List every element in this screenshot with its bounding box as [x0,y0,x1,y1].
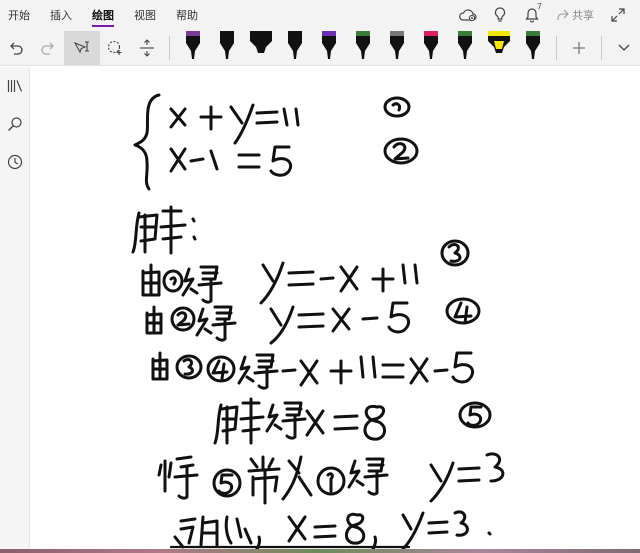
lightbulb-icon[interactable] [484,0,516,30]
toolbar-divider [169,35,171,60]
highlighter-icon [488,30,511,53]
shape-select-button[interactable] [100,31,132,65]
plus-icon [573,41,586,54]
fullscreen-icon[interactable] [602,0,634,30]
pen-6-button[interactable] [346,30,380,65]
tab-help[interactable]: 帮助 [166,0,208,30]
pen-icon [356,30,371,59]
pen-icon [220,30,235,59]
pen-2-button[interactable] [210,30,244,65]
undo-button[interactable] [0,31,32,65]
pen-8-button[interactable] [414,30,448,65]
ink-line-3 [141,239,470,305]
share-icon [557,9,569,20]
search-icon [8,117,22,131]
pen-palette [176,30,550,65]
chevron-down-icon [618,44,630,51]
pen-icon [458,30,473,59]
ink-brace [133,93,161,191]
undo-icon [10,42,23,55]
notebooks-icon [7,80,23,92]
draw-toolbar [0,30,640,66]
ink-line-6 [213,397,492,445]
tab-view[interactable]: 视图 [124,0,166,30]
ink-line-4 [145,297,481,345]
share-button[interactable]: 共享 [548,0,602,30]
shape-select-icon [108,40,122,55]
tab-home[interactable]: 开始 [0,0,40,30]
ink-line-7 [157,452,505,505]
ink-line-5 [151,351,474,390]
notebooks-button[interactable] [0,67,30,105]
background-strip [0,549,640,553]
notification-count: 7 [536,2,542,11]
ink-equation-2 [169,137,419,177]
tab-draw[interactable]: 绘图 [82,0,124,30]
pen-icon [288,30,303,59]
ink-solution-label [131,205,197,255]
pen-icon [322,30,337,59]
insert-space-icon [140,38,155,57]
note-canvas[interactable] [31,67,640,553]
toolbar-more-button[interactable] [608,31,640,65]
pen-10-button[interactable] [482,30,516,65]
share-label: 共享 [572,9,594,22]
toolbar-divider [556,35,558,60]
add-pen-button[interactable] [563,31,595,65]
pen-5-button[interactable] [312,30,346,65]
lasso-select-icon [73,40,89,53]
marker-icon [250,30,273,53]
sync-status-icon[interactable] [452,0,484,30]
pen-4-button[interactable] [278,30,312,65]
redo-icon [41,42,54,55]
toolbar-divider [601,35,603,60]
menu-bar-right: 7 共享 [452,0,640,30]
left-navigation-rail [0,67,30,553]
ink-line-8 [173,510,492,553]
pen-icon [526,30,541,59]
pen-3-button[interactable] [244,30,278,65]
search-button[interactable] [0,105,30,143]
ink-equation-1 [169,96,411,145]
lasso-select-button[interactable] [63,30,100,65]
redo-button[interactable] [32,31,64,65]
pen-7-button[interactable] [380,30,414,65]
menu-bar: 开始 插入 绘图 视图 帮助 7 共享 [0,0,640,30]
recent-icon [7,154,23,170]
pen-9-button[interactable] [448,30,482,65]
pen-icon [424,30,439,59]
pen-11-button[interactable] [516,30,550,65]
tab-insert[interactable]: 插入 [40,0,82,30]
pen-1-button[interactable] [176,30,210,65]
pen-icon [390,30,405,59]
insert-space-button[interactable] [131,31,163,65]
recent-notes-button[interactable] [0,143,30,181]
notification-bell-icon[interactable]: 7 [516,0,548,30]
pen-icon [186,30,201,59]
handwritten-ink [131,93,505,553]
